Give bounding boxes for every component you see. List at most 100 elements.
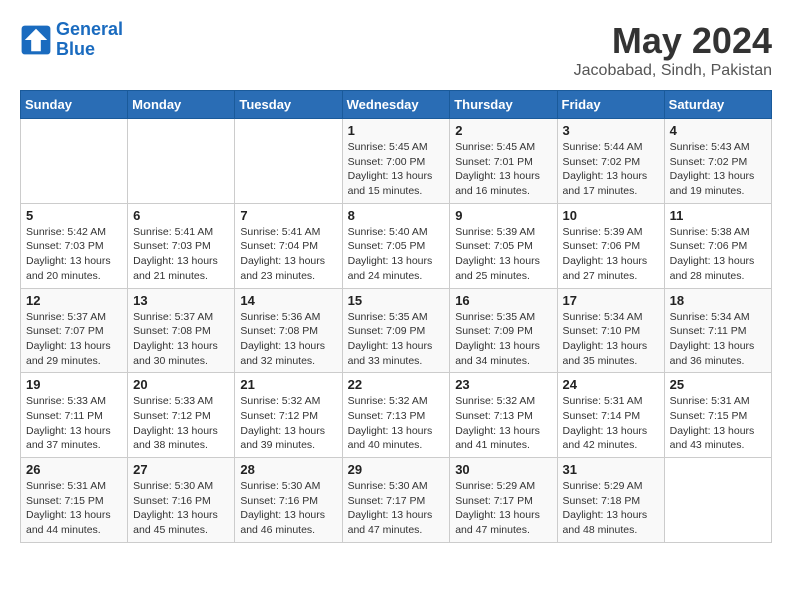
calendar-cell: 13 Sunrise: 5:37 AMSunset: 7:08 PMDayligh… bbox=[128, 288, 235, 373]
calendar-cell bbox=[21, 119, 128, 204]
weekday-header-sunday: Sunday bbox=[21, 91, 128, 119]
day-number: 31 bbox=[563, 462, 659, 477]
day-info: Sunrise: 5:42 AMSunset: 7:03 PMDaylight:… bbox=[26, 225, 122, 284]
day-info: Sunrise: 5:32 AMSunset: 7:12 PMDaylight:… bbox=[240, 394, 336, 453]
calendar-cell: 9 Sunrise: 5:39 AMSunset: 7:05 PMDaylight… bbox=[450, 203, 557, 288]
calendar-cell: 14 Sunrise: 5:36 AMSunset: 7:08 PMDayligh… bbox=[235, 288, 342, 373]
calendar-cell: 30 Sunrise: 5:29 AMSunset: 7:17 PMDayligh… bbox=[450, 458, 557, 543]
day-number: 3 bbox=[563, 123, 659, 138]
calendar-cell: 15 Sunrise: 5:35 AMSunset: 7:09 PMDayligh… bbox=[342, 288, 450, 373]
weekday-header-saturday: Saturday bbox=[664, 91, 771, 119]
day-info: Sunrise: 5:43 AMSunset: 7:02 PMDaylight:… bbox=[670, 140, 766, 199]
calendar-cell: 23 Sunrise: 5:32 AMSunset: 7:13 PMDayligh… bbox=[450, 373, 557, 458]
calendar-cell: 22 Sunrise: 5:32 AMSunset: 7:13 PMDayligh… bbox=[342, 373, 450, 458]
day-number: 13 bbox=[133, 293, 229, 308]
day-info: Sunrise: 5:34 AMSunset: 7:10 PMDaylight:… bbox=[563, 310, 659, 369]
day-number: 12 bbox=[26, 293, 122, 308]
day-number: 1 bbox=[348, 123, 445, 138]
day-number: 2 bbox=[455, 123, 551, 138]
weekday-header-thursday: Thursday bbox=[450, 91, 557, 119]
day-info: Sunrise: 5:32 AMSunset: 7:13 PMDaylight:… bbox=[348, 394, 445, 453]
day-info: Sunrise: 5:35 AMSunset: 7:09 PMDaylight:… bbox=[455, 310, 551, 369]
day-info: Sunrise: 5:37 AMSunset: 7:08 PMDaylight:… bbox=[133, 310, 229, 369]
calendar-cell: 24 Sunrise: 5:31 AMSunset: 7:14 PMDayligh… bbox=[557, 373, 664, 458]
day-number: 5 bbox=[26, 208, 122, 223]
day-info: Sunrise: 5:38 AMSunset: 7:06 PMDaylight:… bbox=[670, 225, 766, 284]
day-info: Sunrise: 5:33 AMSunset: 7:12 PMDaylight:… bbox=[133, 394, 229, 453]
logo: General Blue bbox=[20, 20, 123, 60]
day-info: Sunrise: 5:35 AMSunset: 7:09 PMDaylight:… bbox=[348, 310, 445, 369]
logo-line1: General bbox=[56, 19, 123, 39]
day-info: Sunrise: 5:29 AMSunset: 7:17 PMDaylight:… bbox=[455, 479, 551, 538]
calendar-cell: 18 Sunrise: 5:34 AMSunset: 7:11 PMDayligh… bbox=[664, 288, 771, 373]
day-number: 27 bbox=[133, 462, 229, 477]
weekday-header-monday: Monday bbox=[128, 91, 235, 119]
day-number: 26 bbox=[26, 462, 122, 477]
day-info: Sunrise: 5:37 AMSunset: 7:07 PMDaylight:… bbox=[26, 310, 122, 369]
day-number: 16 bbox=[455, 293, 551, 308]
calendar-week-row: 1 Sunrise: 5:45 AMSunset: 7:00 PMDaylight… bbox=[21, 119, 772, 204]
calendar-cell: 17Sunrise: 5:34 AMSunset: 7:10 PMDayligh… bbox=[557, 288, 664, 373]
day-number: 21 bbox=[240, 377, 336, 392]
day-number: 24 bbox=[563, 377, 659, 392]
day-number: 9 bbox=[455, 208, 551, 223]
day-number: 14 bbox=[240, 293, 336, 308]
day-info: Sunrise: 5:45 AMSunset: 7:00 PMDaylight:… bbox=[348, 140, 445, 199]
weekday-header-wednesday: Wednesday bbox=[342, 91, 450, 119]
logo-line2: Blue bbox=[56, 39, 95, 59]
day-number: 15 bbox=[348, 293, 445, 308]
day-number: 18 bbox=[670, 293, 766, 308]
day-number: 28 bbox=[240, 462, 336, 477]
logo-text: General Blue bbox=[56, 20, 123, 60]
calendar-week-row: 12 Sunrise: 5:37 AMSunset: 7:07 PMDayligh… bbox=[21, 288, 772, 373]
day-number: 25 bbox=[670, 377, 766, 392]
weekday-header-friday: Friday bbox=[557, 91, 664, 119]
calendar-cell: 28 Sunrise: 5:30 AMSunset: 7:16 PMDayligh… bbox=[235, 458, 342, 543]
day-info: Sunrise: 5:31 AMSunset: 7:15 PMDaylight:… bbox=[670, 394, 766, 453]
day-number: 19 bbox=[26, 377, 122, 392]
day-info: Sunrise: 5:34 AMSunset: 7:11 PMDaylight:… bbox=[670, 310, 766, 369]
day-info: Sunrise: 5:41 AMSunset: 7:03 PMDaylight:… bbox=[133, 225, 229, 284]
day-number: 29 bbox=[348, 462, 445, 477]
day-number: 30 bbox=[455, 462, 551, 477]
calendar-cell: 29Sunrise: 5:30 AMSunset: 7:17 PMDayligh… bbox=[342, 458, 450, 543]
calendar-cell: 8Sunrise: 5:40 AMSunset: 7:05 PMDaylight… bbox=[342, 203, 450, 288]
day-number: 20 bbox=[133, 377, 229, 392]
calendar-cell bbox=[235, 119, 342, 204]
day-number: 23 bbox=[455, 377, 551, 392]
day-number: 6 bbox=[133, 208, 229, 223]
calendar-cell bbox=[128, 119, 235, 204]
logo-icon bbox=[20, 24, 52, 56]
day-info: Sunrise: 5:30 AMSunset: 7:16 PMDaylight:… bbox=[133, 479, 229, 538]
day-number: 11 bbox=[670, 208, 766, 223]
day-info: Sunrise: 5:33 AMSunset: 7:11 PMDaylight:… bbox=[26, 394, 122, 453]
title-block: May 2024 Jacobabad, Sindh, Pakistan bbox=[574, 20, 772, 80]
calendar-week-row: 26Sunrise: 5:31 AMSunset: 7:15 PMDayligh… bbox=[21, 458, 772, 543]
day-info: Sunrise: 5:44 AMSunset: 7:02 PMDaylight:… bbox=[563, 140, 659, 199]
calendar-week-row: 19 Sunrise: 5:33 AMSunset: 7:11 PMDayligh… bbox=[21, 373, 772, 458]
weekday-header-tuesday: Tuesday bbox=[235, 91, 342, 119]
day-info: Sunrise: 5:36 AMSunset: 7:08 PMDaylight:… bbox=[240, 310, 336, 369]
calendar-cell: 5 Sunrise: 5:42 AMSunset: 7:03 PMDaylight… bbox=[21, 203, 128, 288]
page-header: General Blue May 2024 Jacobabad, Sindh, … bbox=[20, 20, 772, 80]
day-number: 10 bbox=[563, 208, 659, 223]
day-number: 7 bbox=[240, 208, 336, 223]
calendar-table: SundayMondayTuesdayWednesdayThursdayFrid… bbox=[20, 90, 772, 543]
day-number: 22 bbox=[348, 377, 445, 392]
day-info: Sunrise: 5:40 AMSunset: 7:05 PMDaylight:… bbox=[348, 225, 445, 284]
calendar-cell: 11 Sunrise: 5:38 AMSunset: 7:06 PMDayligh… bbox=[664, 203, 771, 288]
day-info: Sunrise: 5:39 AMSunset: 7:05 PMDaylight:… bbox=[455, 225, 551, 284]
location: Jacobabad, Sindh, Pakistan bbox=[574, 62, 772, 80]
calendar-cell: 21 Sunrise: 5:32 AMSunset: 7:12 PMDayligh… bbox=[235, 373, 342, 458]
day-info: Sunrise: 5:30 AMSunset: 7:16 PMDaylight:… bbox=[240, 479, 336, 538]
day-info: Sunrise: 5:29 AMSunset: 7:18 PMDaylight:… bbox=[563, 479, 659, 538]
day-info: Sunrise: 5:32 AMSunset: 7:13 PMDaylight:… bbox=[455, 394, 551, 453]
calendar-cell: 19 Sunrise: 5:33 AMSunset: 7:11 PMDayligh… bbox=[21, 373, 128, 458]
calendar-cell: 1 Sunrise: 5:45 AMSunset: 7:00 PMDaylight… bbox=[342, 119, 450, 204]
day-info: Sunrise: 5:31 AMSunset: 7:14 PMDaylight:… bbox=[563, 394, 659, 453]
day-info: Sunrise: 5:45 AMSunset: 7:01 PMDaylight:… bbox=[455, 140, 551, 199]
calendar-cell: 26Sunrise: 5:31 AMSunset: 7:15 PMDayligh… bbox=[21, 458, 128, 543]
day-info: Sunrise: 5:39 AMSunset: 7:06 PMDaylight:… bbox=[563, 225, 659, 284]
calendar-cell bbox=[664, 458, 771, 543]
calendar-cell: 3 Sunrise: 5:44 AMSunset: 7:02 PMDaylight… bbox=[557, 119, 664, 204]
